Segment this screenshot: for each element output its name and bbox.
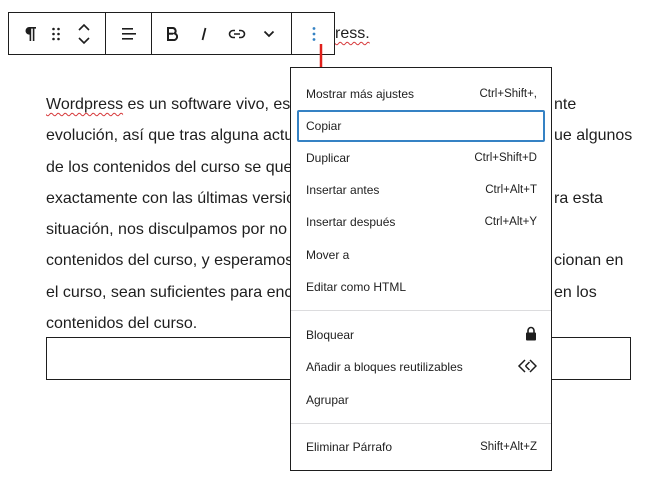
paragraph-block-button[interactable] — [15, 13, 45, 54]
menu-item-remove-paragraph[interactable]: Eliminar Párrafo Shift+Alt+Z — [297, 431, 545, 463]
link-icon — [228, 28, 246, 40]
block-toolbar — [8, 12, 335, 55]
menu-separator — [291, 310, 551, 311]
more-rich-text-button[interactable] — [255, 13, 283, 54]
bold-button[interactable] — [157, 13, 187, 54]
chevron-down-icon — [263, 30, 275, 38]
drag-handle[interactable] — [45, 13, 67, 54]
menu-item-lock[interactable]: Bloquear — [297, 319, 545, 351]
menu-item-edit-as-html[interactable]: Editar como HTML — [297, 271, 545, 303]
block-options-menu: Mostrar más ajustes Ctrl+Shift+, Copiar D… — [290, 67, 552, 471]
menu-item-insert-after[interactable]: Insertar después Ctrl+Alt+Y — [297, 206, 545, 238]
toolbar-separator — [151, 13, 152, 54]
toolbar-separator — [105, 13, 106, 54]
menu-item-duplicate[interactable]: Duplicar Ctrl+Shift+D — [297, 142, 545, 174]
menu-separator — [291, 423, 551, 424]
more-vertical-icon — [312, 26, 316, 42]
align-button[interactable] — [113, 13, 145, 54]
heading-text-fragment: ress. — [335, 25, 370, 42]
italic-icon — [199, 27, 209, 41]
drag-handle-icon — [51, 26, 61, 42]
menu-item-move-to[interactable]: Mover a — [297, 239, 545, 271]
reusable-block-icon — [517, 358, 538, 376]
menu-item-copy[interactable]: Copiar — [297, 110, 545, 142]
pilcrow-icon — [23, 25, 37, 43]
toolbar-separator — [291, 13, 292, 54]
move-up-down-icon — [77, 22, 91, 46]
italic-button[interactable] — [189, 13, 219, 54]
bold-icon — [166, 26, 178, 41]
move-up-down-button[interactable] — [71, 13, 97, 54]
align-left-icon — [121, 27, 137, 41]
menu-item-insert-before[interactable]: Insertar antes Ctrl+Alt+T — [297, 174, 545, 206]
menu-item-add-reusable[interactable]: Añadir a bloques reutilizables — [297, 351, 545, 383]
menu-item-group[interactable]: Agrupar — [297, 384, 545, 416]
lock-icon — [525, 326, 537, 344]
link-button[interactable] — [221, 13, 253, 54]
menu-item-show-more-settings[interactable]: Mostrar más ajustes Ctrl+Shift+, — [297, 78, 545, 110]
